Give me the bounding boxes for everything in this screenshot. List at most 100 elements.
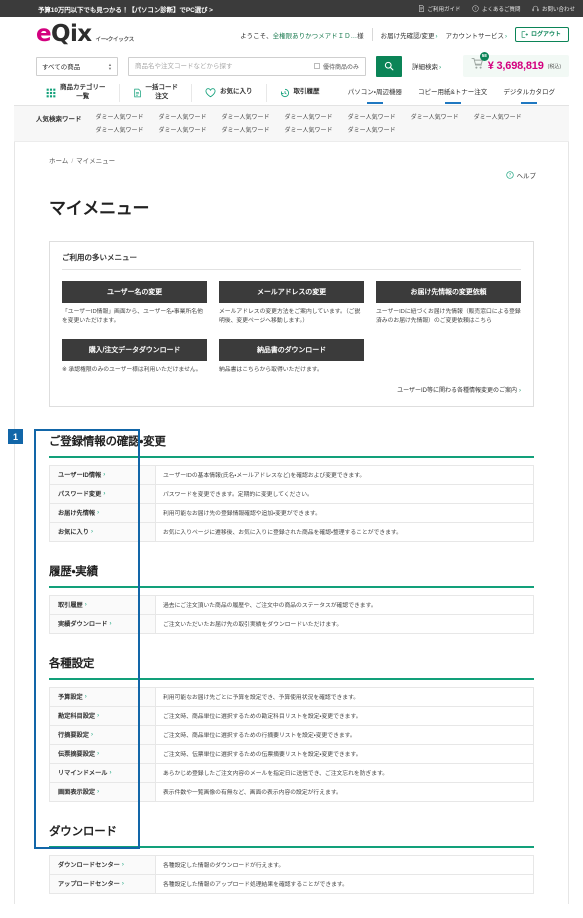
breadcrumb-home[interactable]: ホーム [49, 158, 68, 165]
table-row[interactable]: 行摘要設定 › ご注文時、商品単位に選択するための行摘要リストを設定・変更できます… [50, 725, 533, 745]
nav-item-bulk-code-order-label: 一括コード 注文 [146, 84, 179, 100]
logo-letter-e: e [36, 21, 52, 47]
nav-item-digital-catalog[interactable]: デジタルカタログ [503, 86, 555, 100]
page-container: ホーム / マイメニュー ? ヘルプ マイメニュー ご利用の多いメニュー ユーザー名… [0, 142, 583, 918]
table-row[interactable]: 取引履歴 › 過去にご注文頂いた商品の履歴や、ご注文中の商品のステータスが確認でき… [50, 595, 533, 615]
change-email-button[interactable]: メールアドレスの変更 [219, 281, 364, 303]
menu-link-label: 予算設定 [58, 694, 83, 702]
user-id-info-change-guide-link[interactable]: ユーザーID等に関わる各種情報変更のご案内 › [397, 385, 521, 394]
preferred-items-checkbox-wrap[interactable]: 優待商品のみ [313, 62, 365, 71]
keyword-link[interactable]: ダミー人気ワード [96, 125, 144, 134]
account-link-services-label: アカウントサービス [445, 32, 504, 40]
preferred-items-checkbox[interactable] [313, 63, 320, 69]
keyword-link[interactable]: ダミー人気ワード [159, 112, 207, 121]
table-row[interactable]: 予算設定 › 利用可能なお届け先ごとに予算を設定でき、予算使用状況を確認できます。 [50, 687, 533, 707]
menu-link-favorites[interactable]: お気に入り › [50, 522, 156, 541]
keyword-link[interactable]: ダミー人気ワード [222, 125, 270, 134]
menu-link-password-change[interactable]: パスワード変更 › [50, 484, 156, 503]
keyword-link[interactable]: ダミー人気ワード [96, 112, 144, 121]
nav-item-order-history[interactable]: 取引履歴 [267, 84, 333, 102]
menu-link-account-item-setting[interactable]: 勘定科目設定 › [50, 706, 156, 725]
account-link-services[interactable]: アカウントサービス› [445, 30, 507, 40]
top-utility-links: ご利用ガイド ? よくあるご質問 お問い合わせ [418, 5, 575, 13]
cart-summary[interactable]: 58 ¥ 3,698,819 (税込) [462, 52, 569, 77]
menu-link-download-center[interactable]: ダウンロードセンター › [50, 855, 156, 874]
account-link-shipping[interactable]: お届け先確認/変更› [381, 30, 438, 40]
frequent-menu-card: ご利用の多いメニュー ユーザー名の変更 「ユーザーID情報」画面から、ユーザー名… [49, 241, 534, 407]
menu-link-records-download[interactable]: 実績ダウンロード › [50, 614, 156, 633]
table-row[interactable]: 伝票摘要設定 › ご注文時、伝票単位に選択するための伝票摘要リストを設定・変更でき… [50, 744, 533, 764]
table-row[interactable]: ユーザーID情報 › ユーザーIDの基本情報(氏名・メールアドレスなど)を確認およ… [50, 465, 533, 485]
keyword-link[interactable]: ダミー人気ワード [348, 112, 396, 121]
table-row[interactable]: ダウンロードセンター › 各種設定した情報のダウンロードが行えます。 [50, 855, 533, 875]
top-link-contact[interactable]: お問い合わせ [532, 5, 575, 13]
change-username-button[interactable]: ユーザー名の変更 [62, 281, 207, 303]
menu-desc: 表示件数や一覧画像の有無など、画面の表示内容の設定が行えます。 [156, 782, 533, 801]
keyword-link[interactable]: ダミー人気ワード [159, 125, 207, 134]
cart-total-amount: ¥ 3,698,819 [487, 60, 544, 72]
table-row[interactable]: 勘定科目設定 › ご注文時、商品単位に選択するための勘定科目リストを設定・変更でき… [50, 706, 533, 726]
keyword-link[interactable]: ダミー人気ワード [474, 112, 522, 121]
menu-link-label: アップロードセンター [58, 881, 120, 889]
download-invoice-button[interactable]: 納品書のダウンロード [219, 338, 364, 361]
help-link[interactable]: ? ヘルプ [505, 170, 536, 180]
keyword-link[interactable]: ダミー人気ワード [285, 112, 333, 121]
menu-link-upload-center[interactable]: アップロードセンター › [50, 874, 156, 893]
logout-button[interactable]: ログアウト [514, 27, 569, 42]
change-shipping-info-desc: ユーザーIDに紐づくお届け先情報（販売窓口による登録済みのお届け先情報）のご変更… [376, 309, 521, 324]
frequent-menu-cell: 納品書のダウンロード 納品書はこちらから取得いただけます。 [219, 338, 364, 375]
top-link-faq[interactable]: ? よくあるご質問 [472, 5, 520, 13]
table-row[interactable]: 実績ダウンロード › ご注文いただいたお届け先の取引実績をダウンロードいただけます… [50, 614, 533, 634]
promo-banner-link[interactable]: 予算10万円以下でも見つかる！【パソコン診断】でPC選び > [38, 4, 213, 14]
menu-link-line-summary-setting[interactable]: 行摘要設定 › [50, 725, 156, 744]
chevron-right-icon: › [439, 64, 442, 71]
nav-item-pc-peripherals[interactable]: パソコン・周辺機器 [348, 86, 402, 100]
menu-link-display-setting[interactable]: 画面表示設定 › [50, 782, 156, 801]
breadcrumb-separator: / [71, 158, 74, 165]
grid-icon [46, 88, 56, 97]
advanced-search-link[interactable]: 詳細検索› [412, 61, 441, 71]
section-rule [49, 585, 534, 588]
category-select[interactable]: すべての商品 ▲ ▼ [36, 56, 118, 76]
keyword-link[interactable]: ダミー人気ワード [411, 112, 459, 121]
section-title: ダウンロード [49, 825, 117, 838]
keyword-link[interactable]: ダミー人気ワード [222, 112, 270, 121]
site-logo[interactable]: eQix イー・クイックス [18, 23, 134, 46]
table-row[interactable]: リマインドメール › あらかじめ登録したご注文内容のメールを指定日に送信でき、ご注… [50, 763, 533, 783]
nav-item-bulk-code-order[interactable]: 一括コード 注文 [120, 83, 192, 102]
menu-link-budget-setting[interactable]: 予算設定 › [50, 687, 156, 706]
main-nav: 商品カテゴリー 一覧 一括コード 注文 お気に入り 取引履歴 パソコン・周辺機器… [14, 80, 569, 106]
menu-link-reminder-mail[interactable]: リマインドメール › [50, 763, 156, 782]
table-row[interactable]: お届け先情報 › 利用可能なお届け先の登録情報確認や追加・変更ができます。 [50, 503, 533, 523]
nav-item-favorites-label: お気に入り [220, 88, 253, 96]
search-input[interactable] [129, 57, 314, 75]
section-rule [49, 455, 534, 458]
table-row[interactable]: アップロードセンター › 各種設定した情報のアップロード処理結果を確認することがで… [50, 874, 533, 894]
menu-link-shipping-info[interactable]: お届け先情報 › [50, 503, 156, 522]
keyword-link[interactable]: ダミー人気ワード [348, 125, 396, 134]
top-link-guide[interactable]: ご利用ガイド [418, 5, 460, 13]
menu-link-slip-summary-setting[interactable]: 伝票摘要設定 › [50, 744, 156, 763]
menu-desc: あらかじめ登録したご注文内容のメールを指定日に送信でき、ご注文忘れを防ぎます。 [156, 763, 533, 782]
keyword-link[interactable]: ダミー人気ワード [285, 125, 333, 134]
menu-link-user-id-info[interactable]: ユーザーID情報 › [50, 465, 156, 484]
download-order-data-button[interactable]: 購入/注文データダウンロード [62, 338, 207, 361]
table-row[interactable]: お気に入り › お気に入りページに遷移後、お気に入りに登録された商品を確認・整理す… [50, 522, 533, 542]
nav-item-favorites[interactable]: お気に入り [192, 83, 267, 102]
search-button[interactable] [376, 55, 402, 77]
table-row[interactable]: 画面表示設定 › 表示件数や一覧画像の有無など、画面の表示内容の設定が行えます。 [50, 782, 533, 802]
nav-item-category-list[interactable]: 商品カテゴリー 一覧 [44, 83, 120, 102]
menu-link-label: 勘定科目設定 [58, 713, 96, 721]
chevron-right-icon: › [97, 712, 100, 719]
top-link-contact-label: お問い合わせ [541, 6, 575, 13]
chevron-right-icon: › [84, 693, 87, 700]
menu-link-order-history[interactable]: 取引履歴 › [50, 595, 156, 614]
frequent-menu-cell: お届け先情報の変更依頼 ユーザーIDに紐づくお届け先情報（販売窓口による登録済み… [376, 281, 521, 326]
nav-item-paper-toner-order[interactable]: コピー用紙&トナー注文 [418, 86, 487, 100]
welcome-prefix: ようこそ、 [240, 32, 273, 40]
user-id-info-change-guide-label: ユーザーID等に関わる各種情報変更のご案内 [397, 387, 517, 394]
table-row[interactable]: パスワード変更 › パスワードを変更できます。定期的に変更してください。 [50, 484, 533, 504]
change-shipping-info-button[interactable]: お届け先情報の変更依頼 [376, 281, 521, 303]
